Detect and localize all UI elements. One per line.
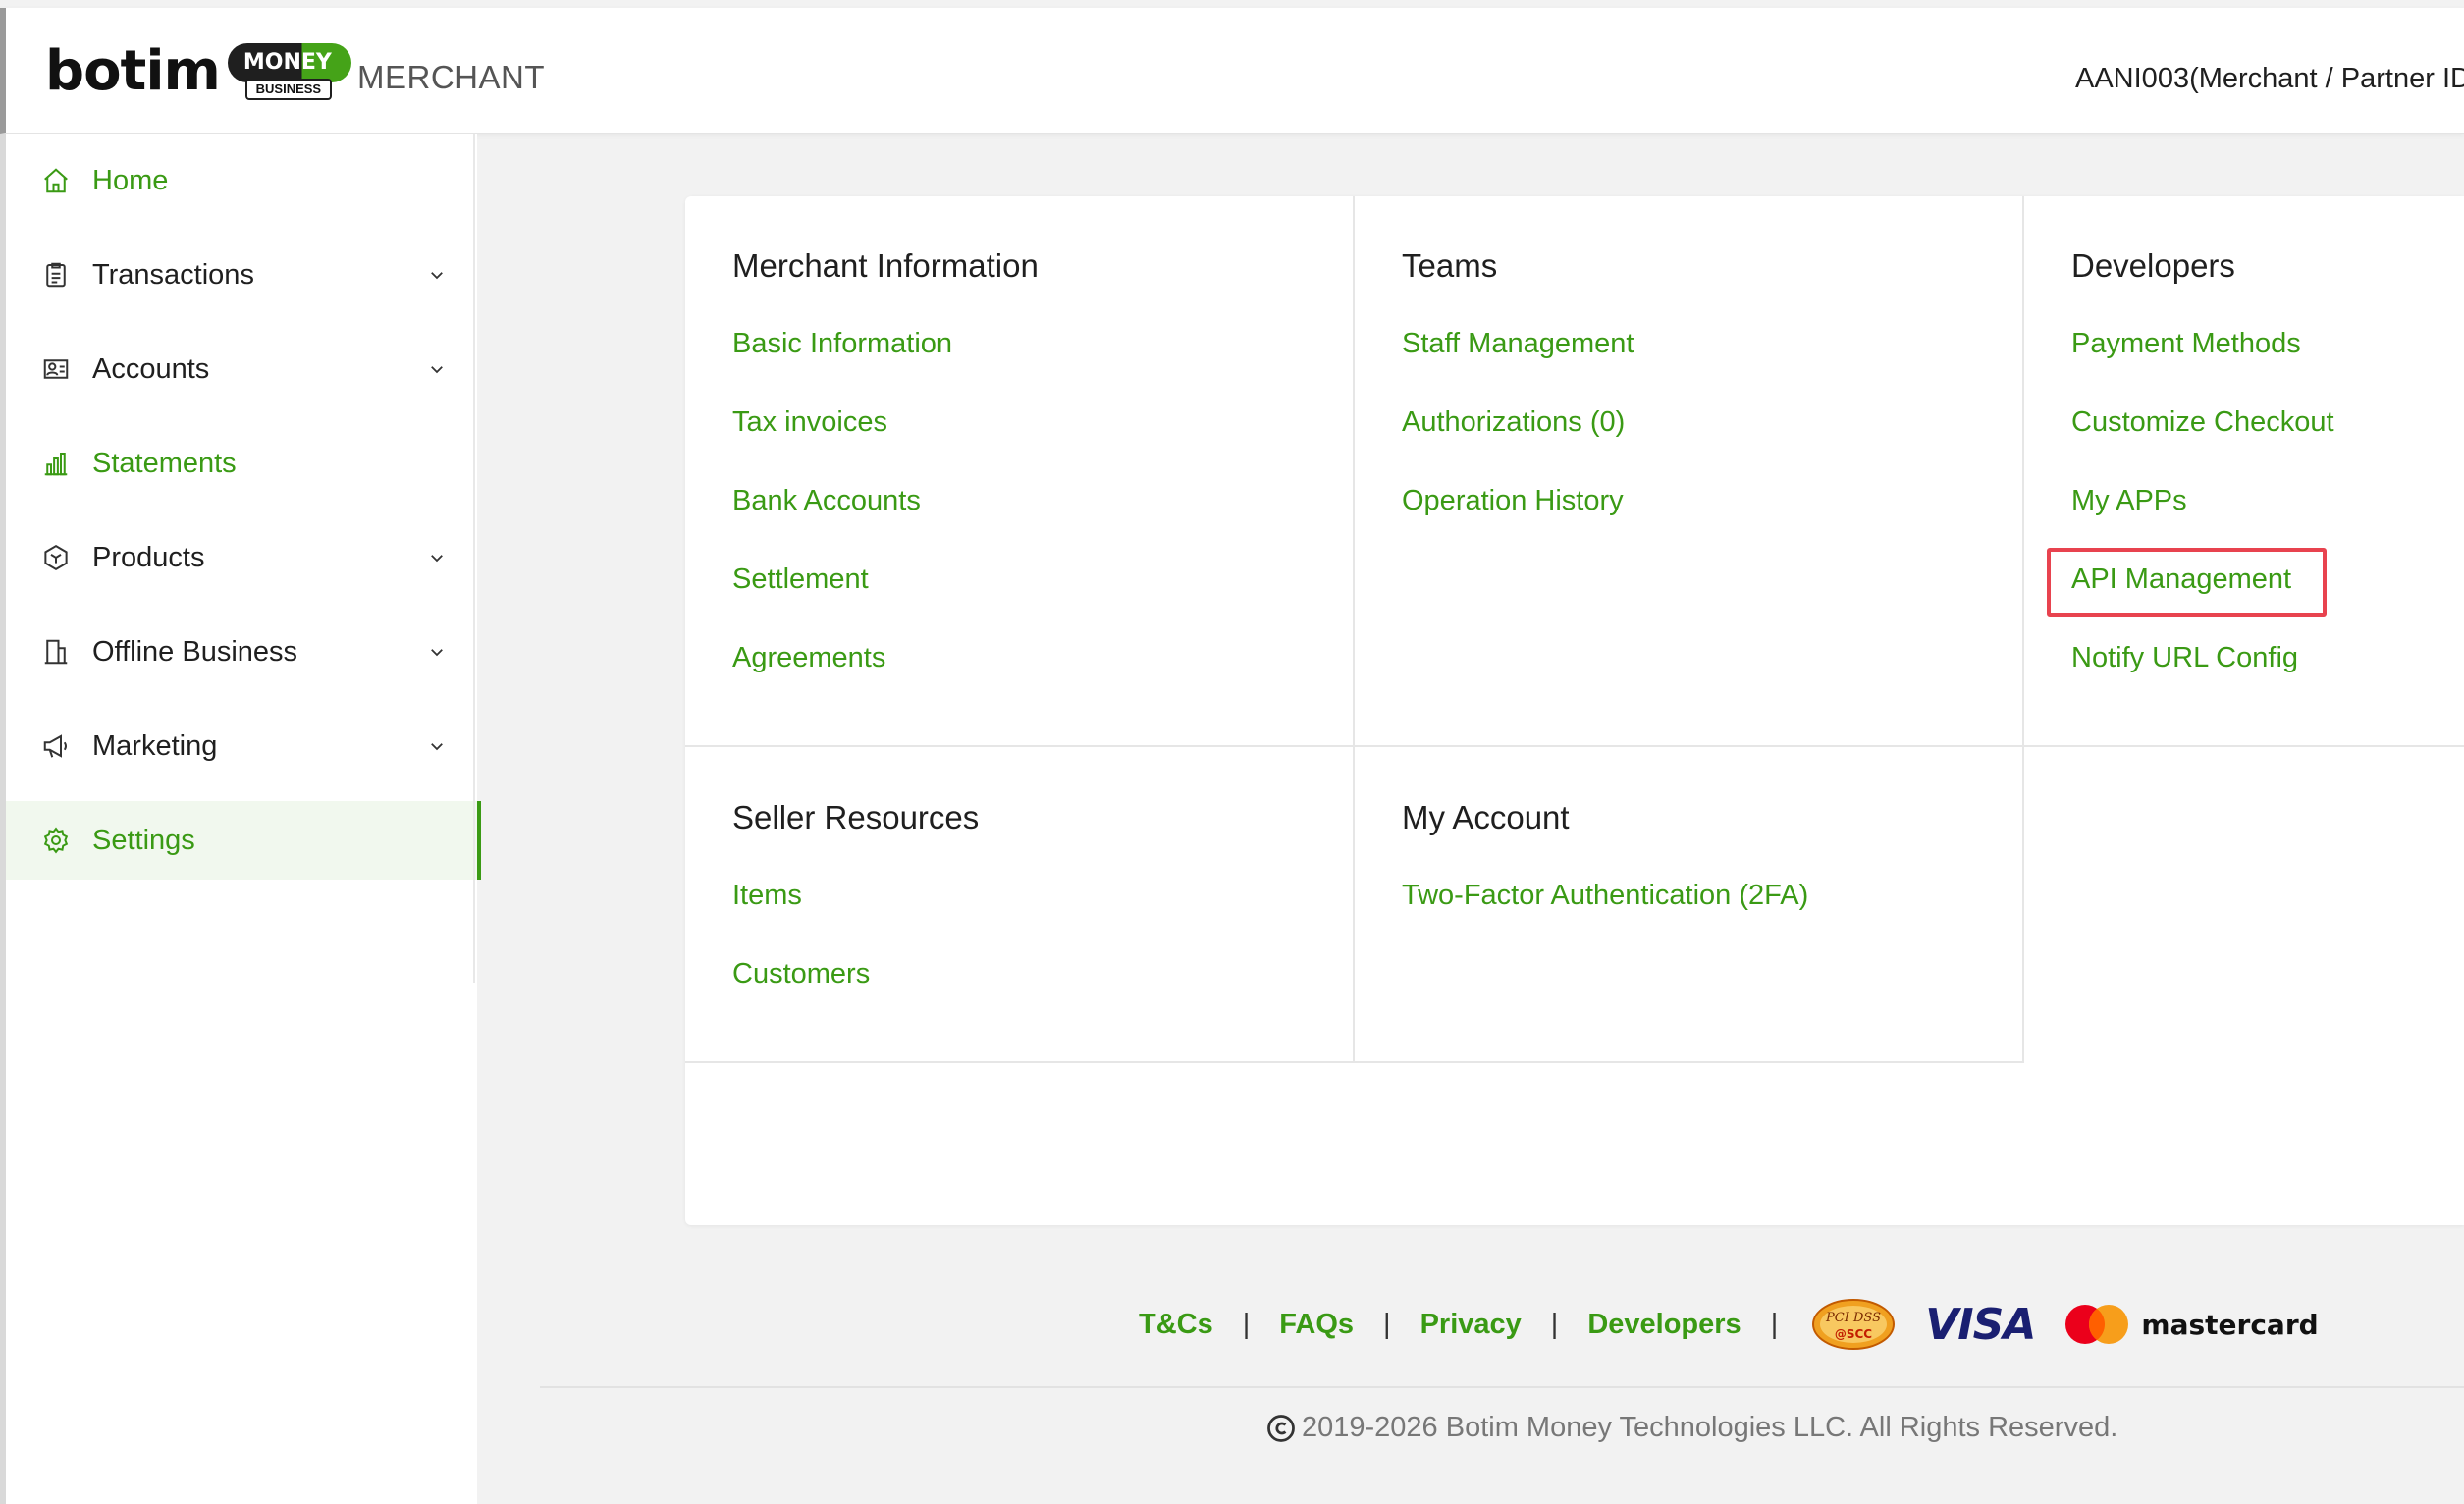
link-customize-checkout[interactable]: Customize Checkout [2071,406,2334,439]
link-settlement[interactable]: Settlement [732,564,869,596]
link-agreements[interactable]: Agreements [732,642,885,674]
chevron-down-icon[interactable] [422,731,452,761]
link-operation-history[interactable]: Operation History [1402,485,1624,517]
sidebar-item-products[interactable]: Products [6,518,481,597]
portal-label: MERCHANT [357,59,545,95]
link-payment-methods[interactable]: Payment Methods [2071,328,2301,360]
link-authorizations[interactable]: Authorizations (0) [1402,406,1625,439]
link-basic-information[interactable]: Basic Information [732,328,952,360]
footer-separator: | [1770,1308,1779,1340]
logo-wordmark: botim [45,39,221,103]
chevron-down-icon[interactable] [422,260,452,290]
footer-separator: | [1383,1308,1391,1340]
section-title-teams: Teams [1402,247,1498,284]
sidebar-item-settings[interactable]: Settings [6,801,481,880]
sidebar: Home Transactions Accounts Statements Pr… [0,134,481,1504]
footer-links: T&Cs | FAQs | Privacy | Developers | PCI… [1139,1299,2319,1350]
id-card-icon [39,352,73,386]
link-staff-management[interactable]: Staff Management [1402,328,1634,360]
link-tax-invoices[interactable]: Tax invoices [732,406,887,439]
pci-sub-text: @SCC [1835,1327,1872,1341]
section-title-my-account: My Account [1402,799,1570,835]
sidebar-divider [473,134,475,983]
botim-money-logo[interactable]: botim MONEY BUSINESS [45,37,351,106]
link-my-apps[interactable]: My APPs [2071,485,2187,517]
sidebar-item-label: Statements [92,447,237,479]
link-two-factor-authentication[interactable]: Two-Factor Authentication (2FA) [1402,880,1808,912]
sidebar-item-accounts[interactable]: Accounts [6,330,481,408]
section-title-seller-resources: Seller Resources [732,799,980,835]
sidebar-item-label: Offline Business [92,635,298,668]
sidebar-item-statements[interactable]: Statements [6,424,481,503]
api-management-highlight [2047,548,2327,617]
link-notify-url-config[interactable]: Notify URL Config [2071,642,2298,674]
sidebar-item-offline-business[interactable]: Offline Business [6,613,481,691]
footer-link-faqs[interactable]: FAQs [1279,1309,1354,1341]
footer-separator: | [1550,1308,1559,1340]
sidebar-item-label: Products [92,541,205,573]
logo-money-text: MONEY [227,43,348,82]
clipboard-icon [39,258,73,292]
chevron-down-icon[interactable] [422,354,452,384]
sidebar-item-label: Accounts [92,352,210,385]
pci-dss-badge-icon: PCI DSS @SCC [1812,1299,1896,1350]
section-title-developers: Developers [2071,247,2235,284]
sidebar-item-label: Home [92,164,169,196]
partner-id-label[interactable]: AANI003(Merchant / Partner ID [2075,63,2464,95]
sidebar-item-transactions[interactable]: Transactions [6,236,481,314]
home-icon [39,164,73,197]
mastercard-logo: mastercard [2064,1304,2319,1345]
pci-dss-text: PCI DSS [1825,1311,1881,1325]
mastercard-text: mastercard [2141,1308,2319,1341]
footer-link-tcs[interactable]: T&Cs [1139,1309,1213,1341]
chevron-down-icon[interactable] [422,543,452,572]
mastercard-circles-icon [2065,1305,2129,1344]
gear-icon [39,824,73,857]
logo-business-text: BUSINESS [244,79,332,100]
visa-logo: VISA [1925,1299,2036,1350]
chevron-down-icon[interactable] [422,637,452,667]
building-icon [39,635,73,669]
box-icon [39,541,73,574]
copyright-icon [1267,1414,1295,1442]
megaphone-icon [39,729,73,763]
link-bank-accounts[interactable]: Bank Accounts [732,485,921,517]
footer-link-developers[interactable]: Developers [1587,1309,1741,1341]
footer-divider [540,1386,2464,1388]
bar-chart-icon [39,447,73,480]
sidebar-item-home[interactable]: Home [6,141,481,220]
sidebar-item-label: Settings [92,824,195,856]
sidebar-item-marketing[interactable]: Marketing [6,707,481,785]
top-header: botim MONEY BUSINESS MERCHANT AANI003(Me… [0,8,2464,134]
logo-badge: MONEY BUSINESS [227,41,351,102]
sidebar-item-label: Marketing [92,729,218,762]
footer-link-privacy[interactable]: Privacy [1420,1309,1522,1341]
copyright: 2019-2026 Botim Money Technologies LLC. … [1266,1412,2117,1444]
copyright-text: 2019-2026 Botim Money Technologies LLC. … [1302,1412,2118,1443]
sidebar-item-label: Transactions [92,258,254,291]
link-items[interactable]: Items [732,880,802,912]
link-customers[interactable]: Customers [732,958,870,991]
section-title-merchant-information: Merchant Information [732,247,1039,284]
footer-separator: | [1242,1308,1251,1340]
